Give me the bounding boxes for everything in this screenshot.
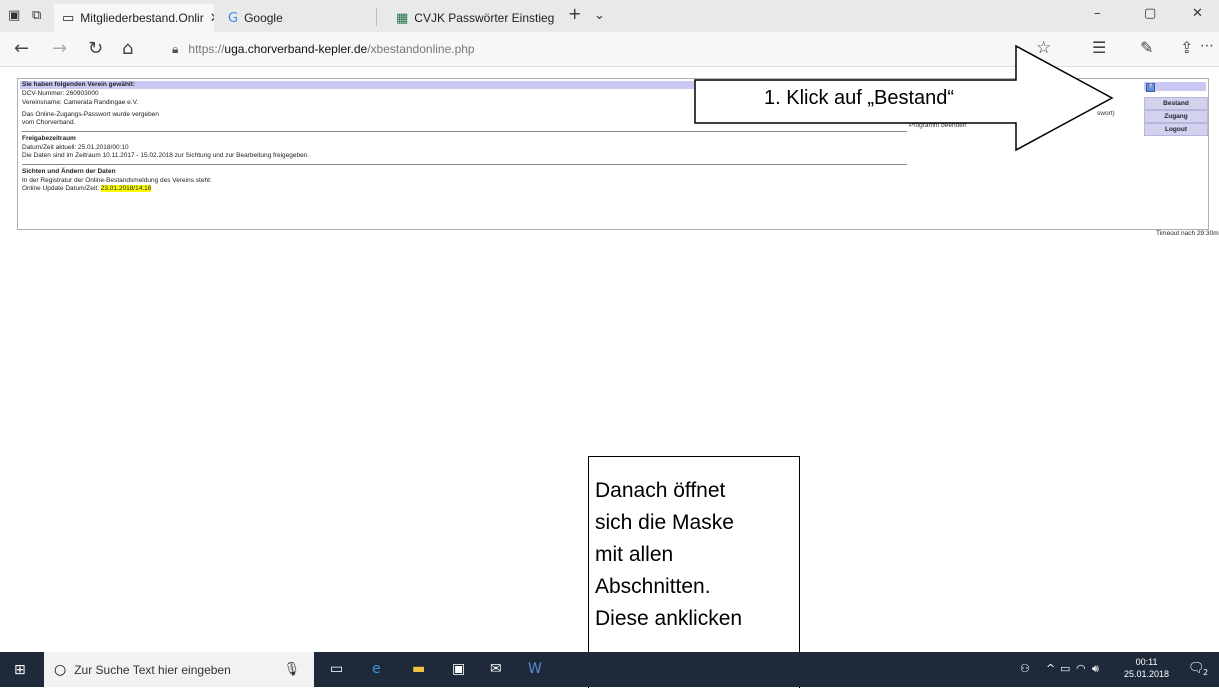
logout-button[interactable]: Logout [1144,123,1208,136]
maximize-icon[interactable]: ▢ [1144,6,1156,21]
zugang-button[interactable]: Zugang [1144,110,1208,123]
url-prefix: https:// [188,42,225,56]
tab-label: Mitgliederbestand.Onlir [80,11,204,25]
close-window-icon[interactable]: ✕ [1192,6,1203,21]
people-icon[interactable]: ⚇ [1020,662,1030,675]
minimize-icon[interactable]: – [1094,6,1101,21]
callout-line: Diese anklicken [595,607,743,630]
release-title: Freigabezeitraum [22,135,76,142]
tab-mitgliederbestand[interactable]: ▭ Mitgliederbestand.Onlir ✕ [54,4,214,32]
new-tab-icon[interactable]: + [568,4,581,23]
help-icon[interactable]: ? [1146,83,1155,92]
selection-heading: Sie haben folgenden Verein gewählt: [22,81,136,88]
taskbar-search-box[interactable]: ○ Zur Suche Text hier eingeben 🎙︎ [44,652,314,687]
close-tab-icon[interactable]: ✕ [210,10,214,26]
password-note-2: vom Chorverband. [22,119,76,126]
file-explorer-icon[interactable]: ▬ [412,661,425,677]
search-placeholder: Zur Suche Text hier eingeben [74,662,231,677]
update-line: Online Update Datum/Zeit: 23.01.2018/14:… [22,185,152,193]
wifi-icon[interactable]: ◠ [1076,662,1086,675]
tab-label: Google [244,11,283,25]
bestand-button[interactable]: Bestand [1144,97,1208,110]
system-clock[interactable]: 00:11 25.01.2018 [1124,656,1169,680]
edit-title: Sichten und Ändern der Daten [22,168,116,175]
callout-line: sich die Maske [595,511,734,534]
url-path: /xbestandonline.php [367,42,475,56]
show-hidden-icons-chevron-icon[interactable]: ^ [1046,662,1055,675]
browser-tab-bar: ▣ ⧉ ▭ Mitgliederbestand.Onlir ✕ G Google… [0,0,1219,32]
mail-icon[interactable]: ✉ [490,661,502,677]
lock-icon: 🔒︎ [172,41,179,56]
dcv-number: DCV-Nummer: 260903000 [22,90,99,97]
volume-icon[interactable]: 🔊︎ [1092,662,1099,676]
update-label: Online Update Datum/Zeit: [22,185,101,192]
divider [22,164,907,165]
callout-line: Abschnitten. [595,575,711,598]
release-date: Datum/Zeit aktuell: 25.01.2018/00:10 [22,144,129,151]
store-icon[interactable]: ▣ [452,661,465,677]
home-icon[interactable]: ⌂ [122,38,133,59]
forward-icon[interactable]: → [52,38,67,59]
page-icon: ▭ [62,10,75,26]
web-note-icon[interactable]: ✎ [1140,38,1153,57]
tab-label: CVJK Passwörter Einstieg 20 [414,11,558,25]
clock-date: 25.01.2018 [1124,669,1170,679]
microphone-icon[interactable]: 🎙︎ [283,662,300,677]
edit-text: In der Registratur der Online-Bestandsme… [22,177,212,184]
set-aside-tabs-icon[interactable]: ⧉ [32,8,41,23]
tab-actions-icon[interactable]: ▣ [8,8,20,23]
task-view-icon[interactable]: ▭ [330,661,343,677]
tab-google[interactable]: G Google [220,4,370,32]
more-icon[interactable]: ⋯ [1200,38,1214,54]
back-icon[interactable]: ← [14,38,29,59]
cortana-icon: ○ [54,661,67,678]
url-host: uga.chorverband-kepler.de [224,42,368,56]
share-icon[interactable]: ⇪ [1180,38,1193,57]
google-icon: G [228,10,239,26]
windows-start-icon[interactable]: ⊞ [14,662,26,678]
tab-divider [376,8,377,26]
release-text: Die Daten sind im Zeitraum 10.11.2017 - … [22,152,310,159]
windows-taskbar: ⊞ ○ Zur Suche Text hier eingeben 🎙︎ ▭ e … [0,652,1219,687]
club-name: Vereinsname: Camerata Randingae e.V. [22,99,139,106]
timeout-text: Timeout nach 29:30min [1156,230,1219,237]
clock-time: 00:11 [1135,657,1158,667]
refresh-icon[interactable]: ↻ [88,38,103,59]
battery-icon[interactable]: ▭ [1060,662,1070,675]
word-icon[interactable]: W [528,661,542,677]
tab-preview-chevron-icon[interactable]: ⌄ [594,8,605,23]
update-value: 23.01.2018/14:16 [100,185,152,192]
notification-count: 2 [1203,668,1209,677]
arrow-callout-text: 1. Klick auf „Bestand“ [764,87,955,109]
tab-cvjk[interactable]: ▦ CVJK Passwörter Einstieg 20 [388,4,558,32]
callout-line: Danach öffnet [595,479,726,502]
edge-icon[interactable]: e [372,661,381,677]
callout-line: mit allen [595,543,674,566]
excel-icon: ▦ [396,10,409,26]
password-note: Das Online-Zugangs-Passwort wurde vergeb… [22,111,159,118]
